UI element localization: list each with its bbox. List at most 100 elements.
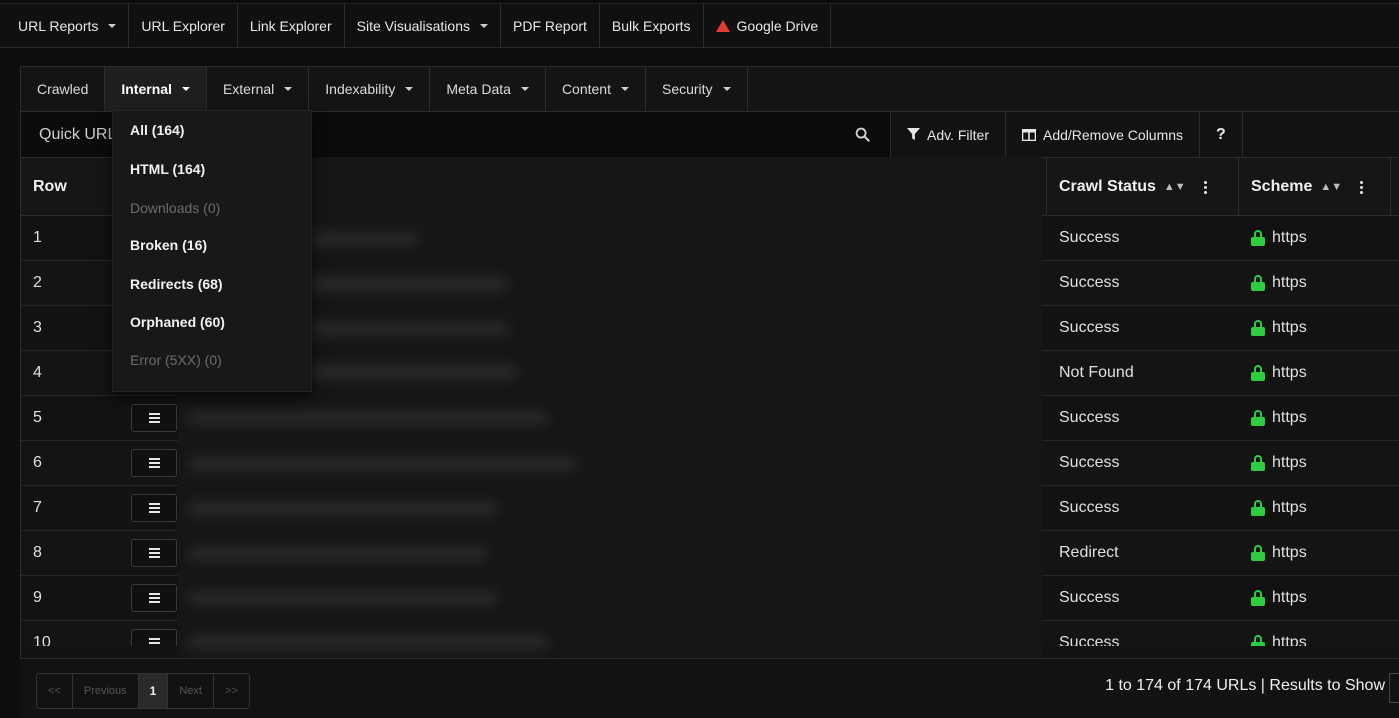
tab-indexability[interactable]: Indexability (309, 67, 431, 111)
chevron-down-icon (405, 87, 414, 91)
crawl-status: Success (1059, 274, 1120, 291)
column-header-crawl-status[interactable]: Crawl Status ▲▼ (1047, 158, 1239, 216)
menu-icon (148, 593, 160, 603)
lock-icon (1251, 635, 1265, 646)
scheme-cell: https (1239, 621, 1307, 646)
redacted-text (188, 411, 548, 425)
pagination-previous-button[interactable]: Previous (73, 674, 139, 708)
results-per-page-select[interactable] (1389, 673, 1399, 703)
dropdown-item-broken[interactable]: Broken (16) (113, 226, 311, 264)
tab-label: External (222, 81, 275, 97)
internal-dropdown-menu: All (164) HTML (164) Downloads (0) Broke… (112, 110, 312, 392)
scheme-value: https (1272, 544, 1307, 561)
scheme-cell: https (1239, 486, 1307, 530)
nav-item-label: URL Reports (18, 18, 99, 34)
lock-icon (1251, 320, 1265, 336)
row-menu-button[interactable] (131, 494, 177, 522)
nav-item-label: PDF Report (513, 18, 587, 34)
tab-content[interactable]: Content (546, 67, 646, 111)
row-menu-button[interactable] (131, 539, 177, 567)
column-header-scheme[interactable]: Scheme ▲▼ (1239, 158, 1391, 216)
dropdown-item-orphaned[interactable]: Orphaned (60) (113, 303, 311, 341)
chevron-down-icon (108, 24, 117, 28)
row-menu-button[interactable] (131, 449, 177, 477)
crawl-status: Success (1059, 319, 1120, 336)
pagination-page-1[interactable]: 1 (138, 674, 169, 708)
scheme-value: https (1272, 634, 1307, 646)
column-menu-icon[interactable] (1203, 180, 1207, 194)
crawl-status: Success (1059, 409, 1120, 426)
nav-google-drive[interactable]: Google Drive (704, 4, 832, 48)
redacted-text (308, 232, 418, 246)
chevron-down-icon (181, 87, 190, 91)
scheme-value: https (1272, 319, 1307, 336)
redacted-text (188, 547, 488, 561)
tab-label: Indexability (325, 81, 396, 97)
dropdown-item-all[interactable]: All (164) (113, 111, 311, 149)
crawl-status: Success (1059, 229, 1120, 246)
row-menu-button[interactable] (131, 629, 177, 646)
redacted-text (188, 457, 578, 471)
chevron-down-icon (480, 24, 488, 28)
crawl-status: Success (1059, 499, 1120, 516)
nav-pdf-report[interactable]: PDF Report (501, 4, 600, 48)
tab-label: Security (661, 81, 713, 97)
tab-security[interactable]: Security (646, 67, 748, 111)
column-header-row[interactable]: Row (21, 158, 120, 216)
pagination: << Previous 1 Next >> (36, 673, 250, 709)
row-menu-button[interactable] (131, 584, 177, 612)
lock-icon (1251, 545, 1265, 561)
redacted-text (188, 502, 498, 516)
nav-item-label: Site Visualisations (356, 18, 470, 34)
tab-label: Internal (121, 81, 172, 97)
nav-link-explorer[interactable]: Link Explorer (238, 4, 345, 48)
lock-icon (1251, 500, 1265, 516)
top-strip (0, 0, 1399, 4)
help-icon: ? (1216, 125, 1226, 143)
scheme-value: https (1272, 364, 1307, 381)
row-number: 9 (33, 589, 42, 606)
dropdown-item-redirects[interactable]: Redirects (68) (113, 265, 311, 303)
nav-site-visualisations[interactable]: Site Visualisations (345, 4, 501, 48)
nav-url-reports[interactable]: URL Reports (6, 4, 130, 48)
nav-url-explorer[interactable]: URL Explorer (129, 4, 238, 48)
column-menu-icon[interactable] (1360, 180, 1364, 194)
pagination-last-button[interactable]: >> (214, 674, 249, 708)
row-menu-button[interactable] (131, 404, 177, 432)
sort-icon[interactable]: ▲▼ (1164, 181, 1186, 193)
scheme-cell: https (1239, 396, 1307, 440)
dropdown-item-html[interactable]: HTML (164) (113, 150, 311, 188)
scheme-value: https (1272, 589, 1307, 606)
scheme-value: https (1272, 499, 1307, 516)
tab-internal[interactable]: Internal (105, 67, 207, 111)
scheme-value: https (1272, 274, 1307, 291)
tab-external[interactable]: External (207, 67, 310, 111)
lock-icon (1251, 455, 1265, 471)
nav-item-label: Bulk Exports (611, 18, 691, 34)
search-button[interactable] (834, 112, 890, 157)
tab-meta-data[interactable]: Meta Data (430, 67, 546, 111)
tab-crawled[interactable]: Crawled (21, 67, 106, 111)
scheme-cell: https (1239, 576, 1307, 620)
pagination-first-button[interactable]: << (37, 674, 73, 708)
lock-icon (1251, 275, 1265, 291)
redacted-text (188, 635, 548, 649)
pagination-next-button[interactable]: Next (168, 674, 214, 708)
scheme-cell: https (1239, 441, 1307, 485)
scheme-cell: https (1239, 261, 1307, 305)
row-number: 1 (33, 229, 42, 246)
column-header-label: Row (33, 178, 67, 195)
row-number: 10 (33, 634, 51, 646)
scheme-cell: https (1239, 531, 1307, 575)
adv-filter-button[interactable]: Adv. Filter (890, 112, 1005, 157)
sort-icon[interactable]: ▲▼ (1320, 181, 1342, 193)
add-remove-columns-button[interactable]: Add/Remove Columns (1004, 112, 1199, 157)
google-drive-icon (715, 20, 730, 32)
top-navigation: URL Reports URL Explorer Link Explorer S… (0, 0, 1399, 48)
lock-icon (1251, 410, 1265, 426)
help-button[interactable]: ? (1199, 112, 1243, 157)
menu-icon (148, 638, 160, 646)
nav-item-label: URL Explorer (141, 18, 225, 34)
nav-bulk-exports[interactable]: Bulk Exports (600, 4, 704, 48)
tab-label: Content (561, 81, 611, 97)
